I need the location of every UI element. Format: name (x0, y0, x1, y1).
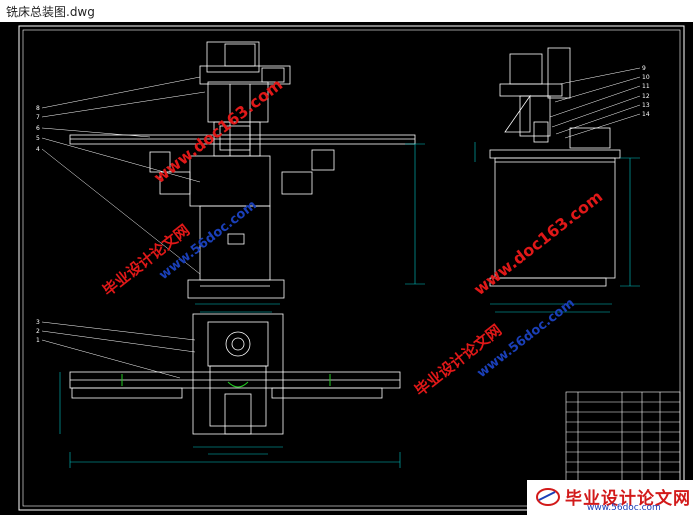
window-titlebar: 铣床总装图.dwg (0, 0, 693, 22)
callout-2: 2 (36, 328, 40, 335)
callout-3: 3 (36, 319, 40, 326)
site-logo: 毕业设计论文网 www.56doc.com (527, 480, 693, 515)
side-view-callouts: 9 10 11 12 13 14 (642, 65, 650, 118)
callout-14: 14 (642, 111, 650, 118)
callout-1: 1 (36, 337, 40, 344)
logo-url: www.56doc.com (587, 503, 661, 513)
callout-9: 9 (642, 65, 646, 72)
callout-4: 4 (36, 146, 40, 153)
top-view-leaders (41, 321, 196, 379)
side-view (489, 47, 621, 287)
callout-12: 12 (642, 93, 650, 100)
side-view-leaders (549, 67, 641, 139)
callout-7: 7 (36, 114, 40, 121)
drawing-canvas[interactable]: 8 7 6 5 4 9 10 11 12 13 14 3 2 1 www.doc… (0, 22, 693, 515)
window-title: 铣床总装图.dwg (6, 5, 95, 19)
callout-8: 8 (36, 105, 40, 112)
cad-drawing: 8 7 6 5 4 9 10 11 12 13 14 3 2 1 (18, 25, 685, 511)
top-view (69, 313, 401, 435)
top-view-callouts: 3 2 1 (36, 319, 40, 344)
front-view (69, 41, 416, 299)
front-view-callouts: 8 7 6 5 4 (36, 105, 40, 153)
callout-6: 6 (36, 125, 40, 132)
top-view-dimensions (59, 372, 401, 468)
top-view-accents (121, 374, 331, 388)
logo-mark-icon (536, 488, 560, 506)
callout-13: 13 (642, 102, 650, 109)
callout-10: 10 (642, 74, 650, 81)
callout-11: 11 (642, 83, 650, 90)
callout-5: 5 (36, 135, 40, 142)
